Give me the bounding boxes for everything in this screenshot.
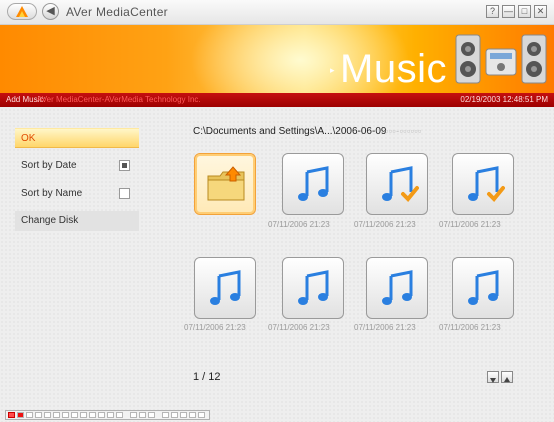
info-bar: Add Music: AVer MediaCenter-AVerMedia Te… <box>0 93 554 107</box>
ok-button[interactable]: OK <box>15 128 139 148</box>
page-up-button[interactable] <box>501 371 513 383</box>
close-button[interactable]: ✕ <box>534 5 547 18</box>
section-banner: ▸ Music <box>0 25 554 93</box>
sort-by-date-option[interactable]: Sort by Date <box>15 156 139 176</box>
info-value: AVer MediaCenter-AVerMedia Technology In… <box>37 95 201 104</box>
stop-icon[interactable] <box>17 412 24 418</box>
file-date: 07/11/2006 21:23 <box>439 220 501 229</box>
music-file-tile[interactable] <box>452 153 514 215</box>
aver-logo-icon <box>16 6 28 17</box>
music-file-tile[interactable] <box>366 153 428 215</box>
toolbar-slot-icon[interactable] <box>89 412 96 418</box>
minimize-button[interactable]: — <box>502 5 515 18</box>
speakers-icon <box>455 34 547 84</box>
toolbar-slot-icon[interactable] <box>44 412 51 418</box>
toolbar-slot-icon[interactable] <box>139 412 146 418</box>
banner-bullet-icon: ▸ <box>330 65 335 75</box>
restore-button[interactable]: □ <box>518 5 531 18</box>
toolbar-slot-icon[interactable] <box>162 412 169 418</box>
triangle-up-icon <box>504 377 510 382</box>
help-button[interactable]: ? <box>486 5 499 18</box>
toolbar-slot-icon[interactable] <box>53 412 60 418</box>
app-title: AVer MediaCenter <box>66 5 168 19</box>
toolbar-slot-icon[interactable] <box>189 412 196 418</box>
toolbar-slot-icon[interactable] <box>171 412 178 418</box>
sort-by-name-checkbox[interactable] <box>119 188 130 199</box>
music-note-icon <box>298 166 329 201</box>
music-note-icon <box>382 270 413 305</box>
music-file-tile[interactable] <box>282 153 344 215</box>
music-note-icon <box>298 270 329 305</box>
toolbar-slot-icon[interactable] <box>130 412 137 418</box>
toolbar-slot-icon[interactable] <box>26 412 33 418</box>
music-file-tile[interactable] <box>366 257 428 319</box>
record-icon[interactable] <box>8 412 15 418</box>
back-button[interactable]: ◀ <box>42 3 59 20</box>
section-title: Music <box>340 47 447 91</box>
toolbar-slot-icon[interactable] <box>62 412 69 418</box>
change-disk-button[interactable]: Change Disk <box>15 211 139 231</box>
music-file-tile[interactable] <box>282 257 344 319</box>
file-date: 07/11/2006 21:23 <box>354 323 416 332</box>
info-timestamp: 02/19/2003 12:48:51 PM <box>460 95 548 104</box>
page-indicator: 1 / 12 <box>193 371 221 383</box>
toolbar-slot-icon[interactable] <box>148 412 155 418</box>
toolbar-slot-icon[interactable] <box>180 412 187 418</box>
file-date: 07/11/2006 21:23 <box>354 220 416 229</box>
music-note-icon <box>210 270 241 305</box>
file-date: 07/11/2006 21:23 <box>268 323 330 332</box>
bottom-toolbar <box>5 410 210 420</box>
sort-by-name-label: Sort by Name <box>21 188 83 199</box>
change-disk-label: Change Disk <box>21 215 79 226</box>
app-logo-button[interactable] <box>7 3 37 20</box>
page-down-button[interactable] <box>487 371 499 383</box>
music-file-tile[interactable] <box>194 257 256 319</box>
folder-up-tile[interactable] <box>194 153 256 215</box>
sort-by-date-checkbox[interactable] <box>119 160 130 171</box>
toolbar-slot-icon[interactable] <box>71 412 78 418</box>
file-date: 07/11/2006 21:23 <box>184 323 246 332</box>
toolbar-slot-icon[interactable] <box>198 412 205 418</box>
current-path: C:\Documents and Settings\A...\2006-06-0… <box>193 126 387 137</box>
back-arrow-icon: ◀ <box>46 5 55 17</box>
toolbar-slot-icon[interactable] <box>116 412 123 418</box>
sort-by-name-option[interactable]: Sort by Name <box>15 184 139 204</box>
music-file-tile[interactable] <box>452 257 514 319</box>
toolbar-slot-icon[interactable] <box>98 412 105 418</box>
triangle-down-icon <box>490 378 496 383</box>
title-bar: ◀ AVer MediaCenter ? — □ ✕ <box>0 0 554 25</box>
music-note-checked-icon <box>468 166 505 202</box>
toolbar-slot-icon[interactable] <box>80 412 87 418</box>
file-date: 07/11/2006 21:23 <box>439 323 501 332</box>
music-note-checked-icon <box>382 166 419 202</box>
sort-by-date-label: Sort by Date <box>21 160 77 171</box>
toolbar-slot-icon[interactable] <box>35 412 42 418</box>
ok-label: OK <box>21 133 36 144</box>
toolbar-slot-icon[interactable] <box>107 412 114 418</box>
folder-up-icon <box>207 166 245 201</box>
path-suffix: ▫▫▫-▫▫▫▫▫▫ <box>385 126 422 136</box>
music-note-icon <box>468 270 499 305</box>
file-date: 07/11/2006 21:23 <box>268 220 330 229</box>
